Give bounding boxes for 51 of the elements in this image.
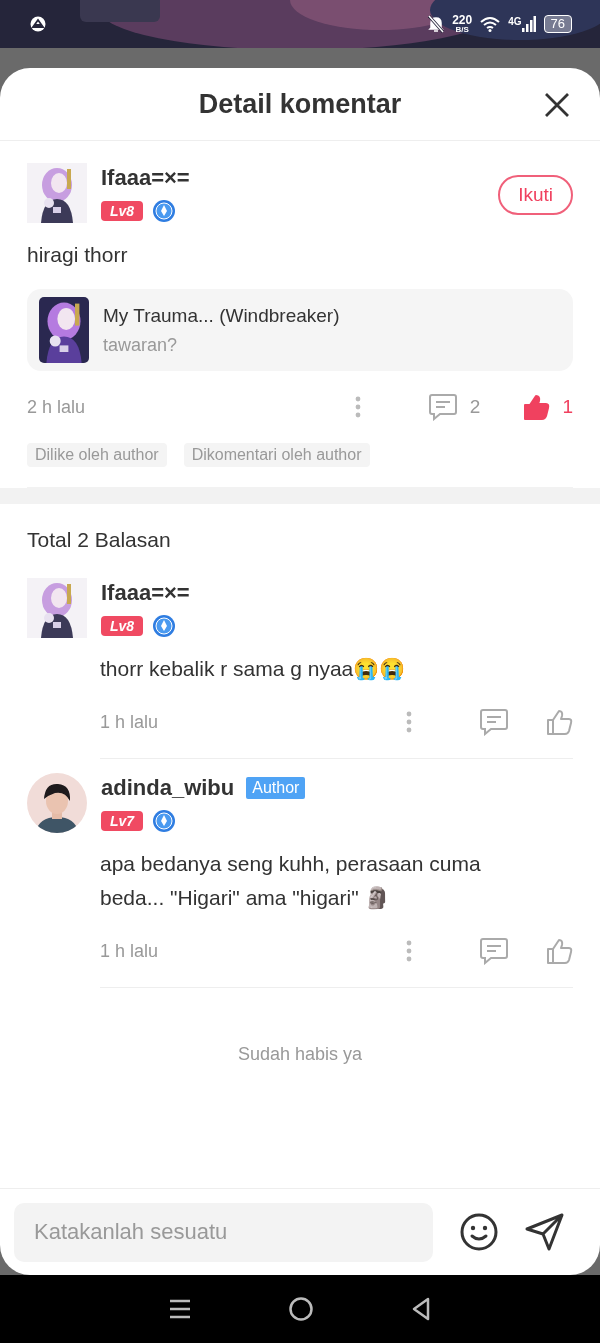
menu-icon[interactable] bbox=[168, 1297, 192, 1321]
work-subtitle: tawaran? bbox=[103, 334, 179, 356]
reply-count: 2 bbox=[469, 396, 481, 418]
reply-text: thorr kebalik r sama g nyaa😭😭 bbox=[100, 656, 407, 683]
home-icon[interactable] bbox=[288, 1296, 314, 1322]
comment-icon[interactable] bbox=[479, 708, 509, 736]
speed-value: 220 bbox=[452, 14, 473, 26]
battery-level: 76 bbox=[543, 15, 572, 33]
signal-icon bbox=[521, 16, 536, 32]
muted-bell-icon bbox=[428, 15, 445, 33]
timestamp: 1 h lalu bbox=[100, 711, 159, 733]
more-icon[interactable] bbox=[353, 395, 362, 419]
more-icon[interactable] bbox=[405, 710, 413, 734]
network-type: 4G bbox=[508, 16, 522, 27]
level-badge: Lv8 bbox=[101, 616, 144, 636]
like-count: 1 bbox=[562, 396, 573, 418]
comment-icon[interactable] bbox=[479, 937, 509, 965]
tag: Dikomentari oleh author bbox=[183, 443, 370, 467]
like-icon[interactable] bbox=[522, 393, 551, 421]
comment-icon[interactable] bbox=[427, 393, 458, 421]
author-badge: Author bbox=[246, 777, 306, 799]
user-name[interactable]: Ifaaa=×= bbox=[101, 580, 190, 606]
follow-button[interactable]: Ikuti bbox=[498, 175, 573, 215]
level-badge: Lv8 bbox=[101, 201, 144, 221]
wifi-icon bbox=[480, 16, 501, 32]
back-icon[interactable] bbox=[410, 1296, 432, 1322]
like-icon[interactable] bbox=[545, 708, 573, 736]
comment-text: hiragi thorr bbox=[27, 243, 129, 267]
reply-text: apa bedanya seng kuhh, perasaan cuma beda... "Higari" ama "higari" 🗿 bbox=[100, 851, 482, 911]
level-badge: Lv7 bbox=[101, 811, 144, 831]
user-name[interactable]: Ifaaa=×= bbox=[101, 165, 190, 191]
medal-icon bbox=[152, 614, 177, 638]
send-icon[interactable] bbox=[525, 1213, 565, 1251]
speed-unit: B/S bbox=[455, 26, 469, 34]
like-icon[interactable] bbox=[545, 937, 573, 965]
replies-heading: Total 2 Balasan bbox=[26, 527, 172, 553]
sheet-title: Detail komentar bbox=[198, 88, 402, 120]
comment-input[interactable]: Katakanlah sesuatu bbox=[14, 1202, 433, 1262]
close-icon[interactable] bbox=[544, 92, 570, 118]
medal-icon bbox=[152, 199, 177, 223]
end-note: Sudah habis ya bbox=[236, 1044, 364, 1065]
work-card[interactable]: My Trauma... (Windbreaker) tawaran? bbox=[27, 289, 573, 371]
user-name[interactable]: adinda_wibu bbox=[101, 775, 235, 801]
timestamp: 1 h lalu bbox=[100, 940, 159, 962]
medal-icon bbox=[152, 809, 177, 833]
timestamp: 2 h lalu bbox=[27, 396, 86, 418]
more-icon[interactable] bbox=[405, 939, 413, 963]
tag: Dilike oleh author bbox=[27, 443, 167, 467]
work-title: My Trauma... (Windbreaker) bbox=[103, 304, 340, 327]
app-icon bbox=[30, 16, 46, 32]
emoji-icon[interactable] bbox=[459, 1212, 499, 1252]
